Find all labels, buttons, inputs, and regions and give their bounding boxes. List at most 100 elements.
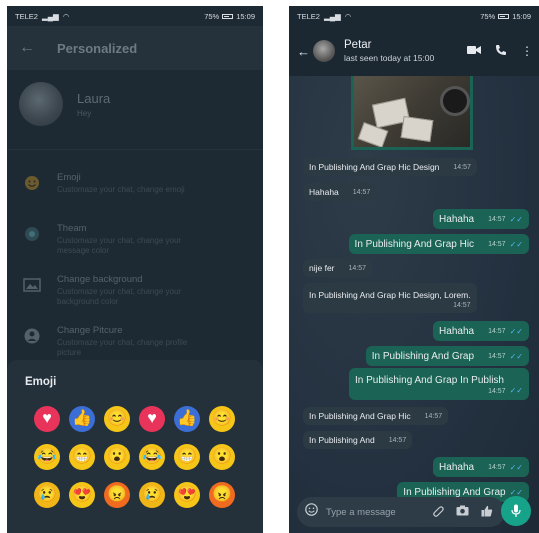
incoming-message[interactable]: In Publishing And Grap Hic 14:57 — [303, 407, 449, 425]
emoji-sheet: Emoji ♥ 👍 😊 ♥ 👍 😊 😂 😁 😮 😂 😁 😮 😢 😍 😠 😢 😍 😠 — [7, 360, 263, 533]
angry-emoji-icon[interactable]: 😠 — [104, 482, 130, 508]
avatar[interactable] — [19, 82, 63, 126]
contact-info[interactable]: Petar last seen today at 15:00 — [344, 39, 434, 63]
message-text: In Publishing And Grap Hic Design, Lorem… — [309, 289, 471, 300]
message-time: 14:57 — [453, 163, 471, 171]
incoming-message[interactable]: In Publishing And 14:57 — [303, 431, 413, 449]
settings-item-desc: Customaze your chat, change your backgro… — [57, 287, 182, 306]
message-text: In Publishing And Grap Hic — [309, 411, 411, 421]
message-time: 14:57 — [488, 327, 506, 335]
incoming-message[interactable]: In Publishing And Grap Hic Design 14:57 — [303, 158, 477, 176]
outgoing-message[interactable]: Hahaha 14:57 ✓✓ — [433, 457, 529, 477]
thumbs-up-emoji-icon[interactable]: 👍 — [69, 406, 95, 432]
shared-photo[interactable] — [351, 76, 473, 150]
outgoing-message[interactable]: Hahaha 14:57 ✓✓ — [433, 321, 529, 341]
page-title: Personalized — [57, 40, 138, 56]
image-icon — [23, 276, 41, 294]
sad-emoji-icon[interactable]: 😢 — [139, 482, 165, 508]
grin-emoji-icon[interactable]: 😁 — [69, 444, 95, 470]
divider — [7, 149, 263, 150]
outgoing-message[interactable]: In Publishing And Grap 14:57 ✓✓ — [365, 346, 529, 366]
laugh-tears-emoji-icon[interactable]: 😂 — [139, 444, 165, 470]
incoming-message[interactable]: nije fer 14:57 — [303, 259, 373, 277]
message-time: 14:57 — [488, 352, 506, 360]
message-input[interactable]: Type a message — [326, 507, 432, 518]
outgoing-message[interactable]: Hahaha 14:57 ✓✓ — [433, 209, 529, 229]
message-text: nije fer — [309, 263, 335, 273]
emoji-grid: ♥ 👍 😊 ♥ 👍 😊 😂 😁 😮 😂 😁 😮 😢 😍 😠 😢 😍 😠 — [34, 406, 244, 508]
user-icon — [23, 327, 41, 345]
theme-icon — [23, 225, 41, 243]
thumbs-up-icon[interactable] — [481, 505, 493, 520]
wifi-icon: ◠ — [62, 11, 70, 21]
more-vert-icon[interactable]: ⋮ — [521, 44, 533, 58]
attach-icon[interactable] — [432, 505, 444, 520]
surprised-emoji-icon[interactable]: 😮 — [104, 444, 130, 470]
battery-level: 75% — [204, 11, 220, 21]
settings-item-background[interactable]: Change background Customaze your chat, c… — [7, 268, 263, 319]
double-check-icon: ✓✓ — [509, 326, 523, 336]
settings-item-theme[interactable]: Theam Customaze your chat, change your m… — [7, 217, 263, 268]
settings-item-desc: Customaze your chat, change your message… — [57, 236, 182, 255]
outgoing-message[interactable]: In Publishing And Grap In Publish 14:57 ✓✓ — [349, 368, 529, 400]
laugh-tears-emoji-icon[interactable]: 😂 — [34, 444, 60, 470]
avatar[interactable] — [313, 40, 335, 62]
emoji-icon[interactable] — [305, 503, 318, 521]
message-time: 14:57 — [348, 264, 367, 272]
message-text: Hahaha — [439, 213, 475, 225]
wifi-icon: ◠ — [344, 11, 352, 21]
message-time: 14:57 — [488, 240, 506, 248]
grin-emoji-icon[interactable]: 😁 — [174, 444, 200, 470]
camera-icon[interactable] — [456, 505, 469, 519]
double-check-icon: ✓✓ — [509, 386, 523, 395]
incoming-message[interactable]: Hahaha 14:57 — [303, 183, 377, 201]
settings-item-desc: Customaze your chat, change profile pict… — [57, 338, 188, 357]
phone-icon[interactable] — [495, 44, 507, 59]
double-check-icon: ✓✓ — [509, 462, 523, 472]
video-call-icon[interactable] — [467, 44, 481, 58]
status-bar: TELE2 ▂▄▆ ◠ 75% 15:09 — [7, 6, 263, 26]
arrow-left-icon[interactable]: ← — [297, 44, 311, 59]
sad-emoji-icon[interactable]: 😢 — [34, 482, 60, 508]
settings-item-title: Change background — [57, 274, 143, 285]
heart-eyes-emoji-icon[interactable]: 😍 — [69, 482, 95, 508]
smile-emoji-icon[interactable]: 😊 — [209, 406, 235, 432]
thumbs-up-emoji-icon[interactable]: 👍 — [174, 406, 200, 432]
battery-level: 75% — [480, 11, 496, 21]
message-time: 14:57 — [488, 215, 506, 223]
mic-button[interactable] — [501, 496, 531, 526]
smile-emoji-icon[interactable]: 😊 — [104, 406, 130, 432]
profile-row[interactable]: Laura Hey — [19, 74, 263, 134]
angry-emoji-icon[interactable]: 😠 — [209, 482, 235, 508]
signal-icon: ▂▄▆ — [41, 11, 59, 21]
battery-icon — [498, 13, 510, 19]
message-time: 14:57 — [488, 463, 506, 471]
message-text: In Publishing And Grap Hic Design — [309, 162, 440, 172]
surprised-emoji-icon[interactable]: 😮 — [209, 444, 235, 470]
arrow-left-icon[interactable]: ← — [19, 39, 49, 57]
settings-list: Emoji Customaze your chat, change emoji … — [7, 166, 263, 370]
double-check-icon: ✓✓ — [509, 351, 523, 361]
profile-name: Laura — [77, 90, 111, 106]
chat-screen: TELE2 ▂▄▆ ◠ 75% 15:09 ← Petar last seen … — [289, 6, 539, 533]
app-bar: ← Personalized — [7, 26, 263, 70]
last-seen: last seen today at 15:00 — [344, 53, 435, 63]
double-check-icon: ✓✓ — [509, 214, 523, 224]
settings-item-title: Change Pitcure — [57, 325, 123, 336]
message-time: 14:57 — [352, 188, 371, 196]
message-text: In Publishing And — [309, 435, 375, 445]
message-time: 14:57 — [388, 436, 407, 444]
heart-eyes-emoji-icon[interactable]: 😍 — [174, 482, 200, 508]
heart-emoji-icon[interactable]: ♥ — [139, 406, 165, 432]
message-text: In Publishing And Grap In Publish — [355, 375, 504, 386]
clock: 15:09 — [512, 11, 531, 21]
message-text: Hahaha — [309, 187, 339, 197]
message-text: Hahaha — [439, 461, 475, 473]
outgoing-message[interactable]: In Publishing And Grap Hic 14:57 ✓✓ — [348, 234, 529, 254]
incoming-message[interactable]: In Publishing And Grap Hic Design, Lorem… — [303, 283, 477, 313]
message-input-box[interactable]: Type a message — [297, 497, 505, 527]
battery-icon — [222, 13, 234, 19]
settings-item-emoji[interactable]: Emoji Customaze your chat, change emoji — [7, 166, 263, 217]
heart-emoji-icon[interactable]: ♥ — [34, 406, 60, 432]
personalized-screen: TELE2 ▂▄▆ ◠ 75% 15:09 ← Personalized Lau… — [7, 6, 263, 533]
